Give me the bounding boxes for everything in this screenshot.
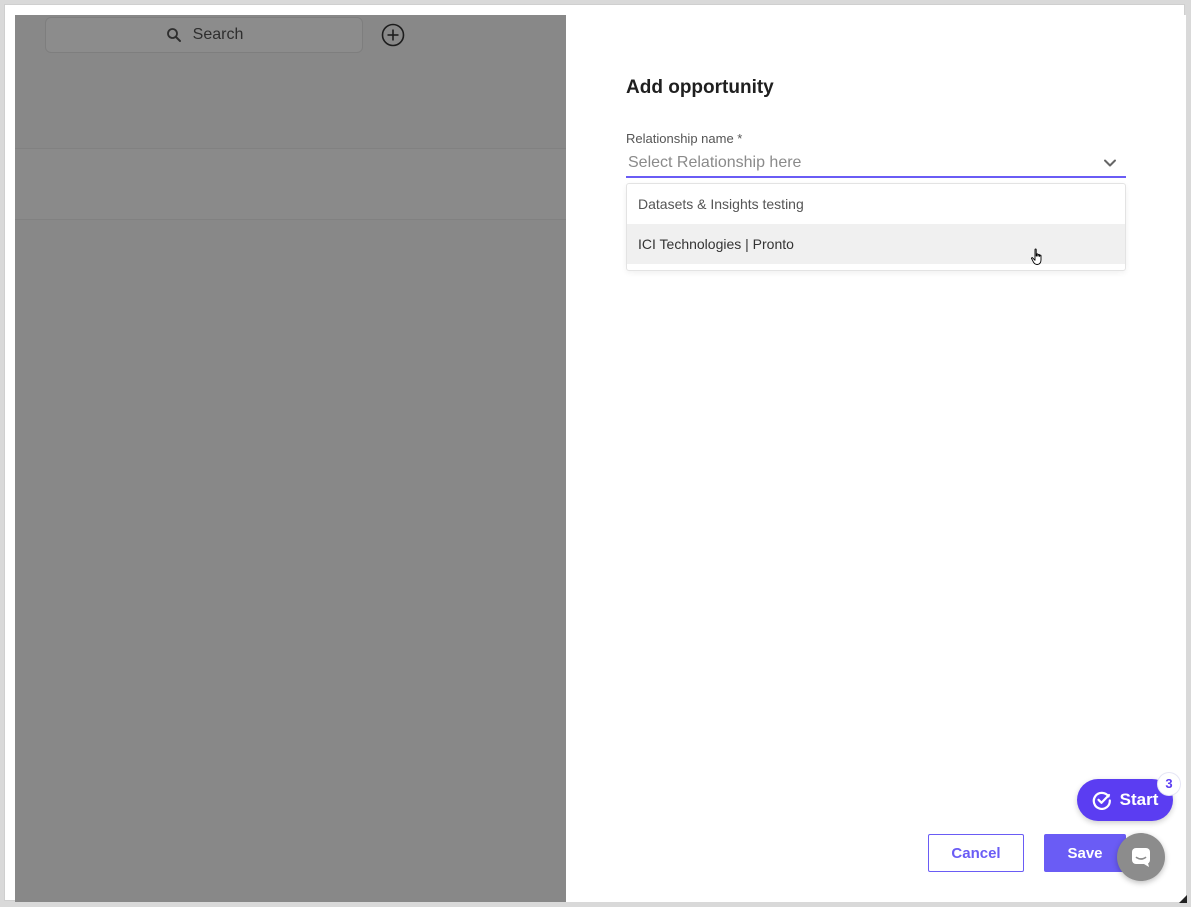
relationship-name-label: Relationship name * (626, 131, 743, 146)
relationship-dropdown: Datasets & Insights testing ICI Technolo… (626, 183, 1126, 271)
resize-handle-icon[interactable] (1179, 895, 1187, 903)
cancel-button[interactable]: Cancel (928, 834, 1024, 872)
chevron-down-icon (1104, 159, 1116, 167)
add-opportunity-panel: Add opportunity Relationship name * Sele… (566, 15, 1186, 902)
check-circle-icon (1092, 791, 1111, 810)
start-badge-count: 3 (1158, 773, 1180, 795)
relationship-select[interactable]: Select Relationship here (626, 149, 1126, 178)
dropdown-option[interactable]: ICI Technologies | Pronto (627, 224, 1125, 264)
app-viewport: Search Add opportunity Relationship name… (15, 15, 1186, 902)
browser-frame: Search Add opportunity Relationship name… (4, 4, 1187, 903)
dropdown-option[interactable]: Datasets & Insights testing (627, 184, 1125, 224)
relationship-select-placeholder: Select Relationship here (628, 153, 802, 171)
chat-launcher-button[interactable] (1117, 833, 1165, 881)
save-button[interactable]: Save (1044, 834, 1126, 872)
start-button-label: Start (1119, 790, 1159, 809)
chat-icon (1132, 848, 1150, 867)
modal-overlay[interactable] (15, 15, 566, 902)
panel-title: Add opportunity (626, 77, 774, 98)
hand-cursor-icon (1031, 248, 1042, 265)
